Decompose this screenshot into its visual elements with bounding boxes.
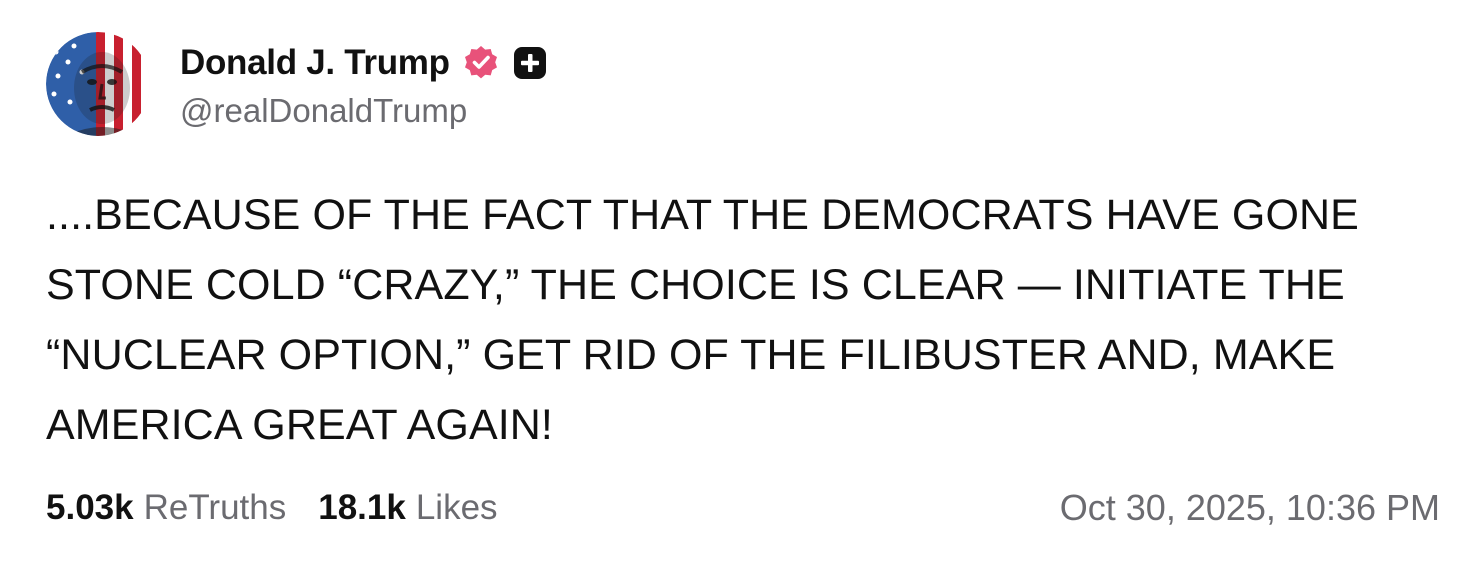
post-text-line: AMERICA GREAT AGAIN! bbox=[46, 401, 553, 449]
author-handle[interactable]: @realDonaldTrump bbox=[180, 92, 548, 130]
post-content: ....BECAUSE OF THE FACT THAT THE DEMOCRA… bbox=[46, 180, 1436, 460]
name-row: Donald J. Trump bbox=[180, 38, 548, 88]
retruths-count: 5.03k bbox=[46, 488, 134, 527]
author-display-name[interactable]: Donald J. Trump bbox=[180, 43, 450, 83]
flag-portrait-avatar-icon bbox=[46, 32, 150, 136]
post-header: Donald J. Trump @realDonaldTrump bbox=[46, 32, 548, 136]
post-text-line: “NUCLEAR OPTION,” GET RID OF THE FILIBUS… bbox=[46, 331, 1336, 379]
post-text-line: ....BECAUSE OF THE FACT THAT THE DEMOCRA… bbox=[46, 191, 1359, 239]
likes-stat[interactable]: 18.1k Likes bbox=[318, 488, 497, 528]
post-text-line: STONE COLD “CRAZY,” THE CHOICE IS CLEAR … bbox=[46, 261, 1345, 309]
verified-badge-icon bbox=[462, 44, 500, 82]
truth-post: Donald J. Trump @realDonaldTrump ....BEC… bbox=[0, 0, 1468, 564]
post-footer: 5.03k ReTruths 18.1k Likes Oct 30, 2025,… bbox=[46, 482, 1440, 534]
likes-count: 18.1k bbox=[318, 488, 406, 527]
retruths-stat[interactable]: 5.03k ReTruths bbox=[46, 488, 286, 528]
likes-label: Likes bbox=[415, 488, 498, 527]
plus-badge-icon bbox=[512, 45, 548, 81]
retruths-label: ReTruths bbox=[143, 488, 287, 527]
post-timestamp[interactable]: Oct 30, 2025, 10:36 PM bbox=[1060, 487, 1440, 529]
author-identity: Donald J. Trump @realDonaldTrump bbox=[180, 38, 548, 130]
avatar[interactable] bbox=[46, 32, 150, 136]
